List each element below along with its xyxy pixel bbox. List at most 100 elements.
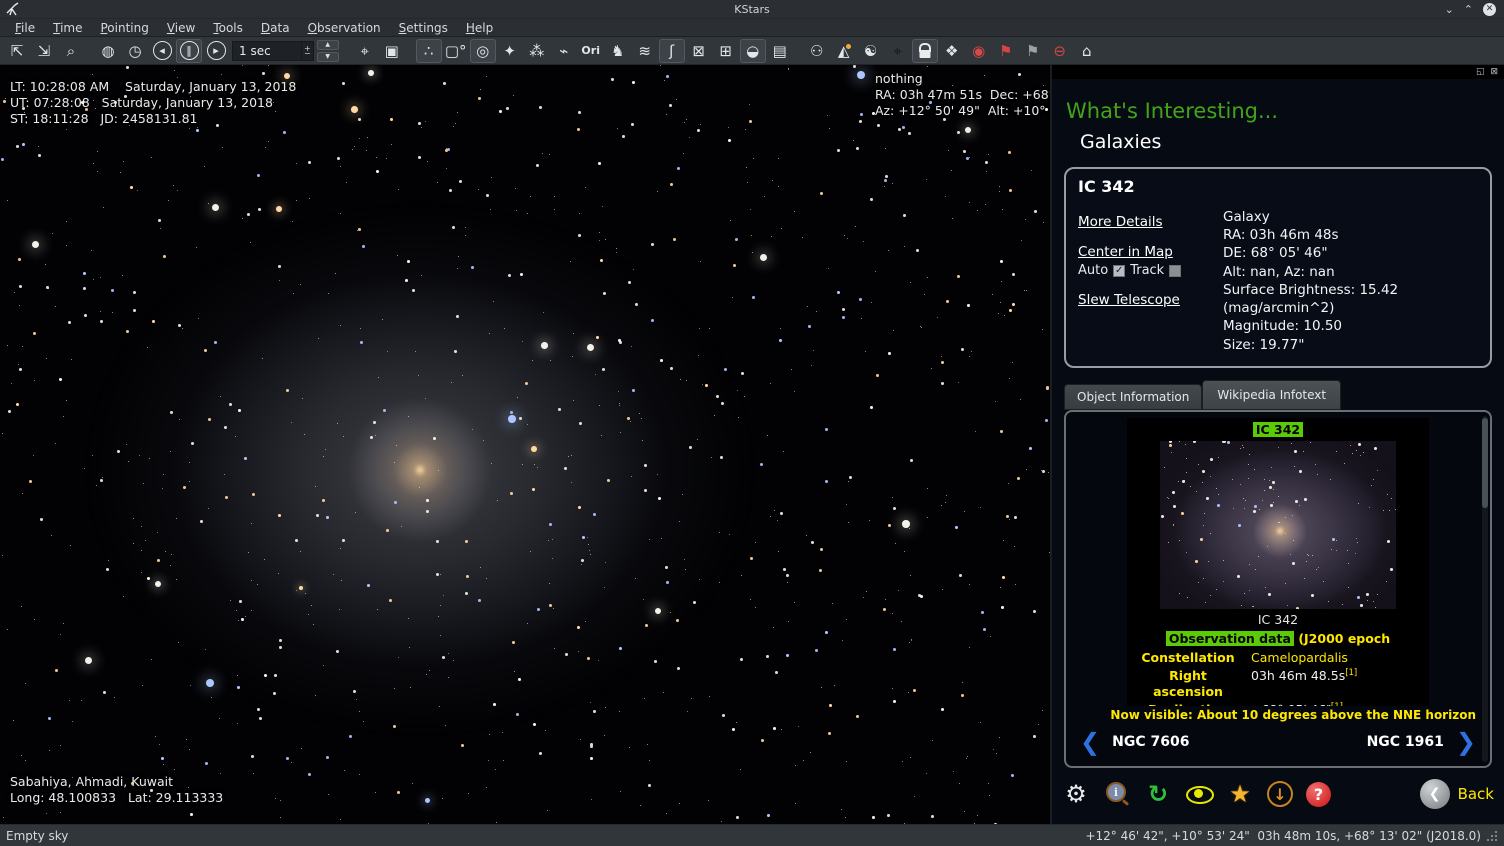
slew-telescope-link[interactable]: Slew Telescope	[1078, 292, 1223, 308]
horizontal-grid-icon[interactable]: ⊞	[713, 39, 739, 63]
minimize-button-icon[interactable]: ⌄	[1445, 4, 1454, 15]
bright-star	[425, 798, 430, 803]
menu-item-view[interactable]: View	[158, 20, 204, 36]
add-flag-icon[interactable]: ⚑	[993, 39, 1019, 63]
help-icon[interactable]: ?	[1306, 782, 1331, 807]
menu-item-file[interactable]: File	[6, 20, 44, 36]
dock-close-icon[interactable]: ⊠	[1490, 68, 1498, 77]
object-summary-line: DE: 68° 05' 46"	[1223, 244, 1478, 262]
tab-wikipedia-infotext[interactable]: Wikipedia Infotext	[1202, 380, 1341, 410]
menu-item-time[interactable]: Time	[44, 20, 91, 36]
list-flags-icon[interactable]: ⚑	[1020, 39, 1046, 63]
close-button-icon[interactable]: ✕	[1483, 3, 1496, 16]
observation-data-table: Constellation Camelopardalis Right ascen…	[1133, 649, 1423, 706]
time-step-down-button[interactable]: ▼	[317, 52, 339, 62]
previous-object-icon[interactable]: ❮	[1080, 730, 1100, 754]
next-object-label[interactable]: NGC 1961	[1367, 734, 1444, 750]
equatorial-grid-icon[interactable]: ⊠	[686, 39, 712, 63]
wiki-scrollbar-thumb[interactable]	[1482, 418, 1488, 508]
snap-mode-icon[interactable]: ❖	[939, 39, 965, 63]
settings-gear-icon[interactable]: ⚙	[1062, 780, 1090, 808]
time-step-input[interactable]	[232, 41, 302, 61]
download-icon[interactable]: ↓	[1267, 781, 1293, 807]
pause-icon[interactable]: ‖	[176, 39, 202, 63]
bright-star	[206, 679, 214, 687]
ekos-icon[interactable]: ⚇	[804, 39, 830, 63]
zoom-in-icon[interactable]: ⇱	[4, 39, 30, 63]
do-not-disturb-icon[interactable]: ⊖	[1047, 39, 1073, 63]
hips-overlay-icon[interactable]: ▣	[379, 39, 405, 63]
focus-object-icon[interactable]: ⌖	[352, 39, 378, 63]
whats-interesting-list-icon[interactable]: ▤	[767, 39, 793, 63]
status-left: Empty sky	[6, 829, 68, 843]
resize-grip[interactable]	[1487, 830, 1498, 841]
galaxy-view-icon[interactable]: ☯	[858, 39, 884, 63]
previous-object-label[interactable]: NGC 7606	[1112, 734, 1189, 750]
reload-icon[interactable]: ↻	[1144, 780, 1172, 808]
bright-star	[760, 254, 767, 261]
auto-track-checkbox[interactable]: ✓	[1113, 265, 1125, 277]
time-info-line: ST: 18:11:28 JD: 2458131.81	[10, 111, 296, 127]
details-info-icon[interactable]	[1103, 780, 1131, 808]
focus-info-overlay: nothingRA: 03h 47m 51s Dec: +68° 08' 12"…	[875, 71, 1050, 119]
lock-coordinates-icon[interactable]	[912, 39, 938, 63]
milky-way-icon[interactable]: ʃ	[659, 39, 685, 63]
set-time-icon[interactable]: ◷	[122, 39, 148, 63]
sky-map[interactable]: LT: 10:28:08 AM Saturday, January 13, 20…	[0, 65, 1050, 824]
toggle-stars-icon[interactable]: ∴	[416, 39, 442, 63]
observatory-dome-icon[interactable]: ⌂	[1074, 39, 1100, 63]
wikipedia-detail-box: IC 342 IC 342 Observation data (J2000 ep…	[1064, 410, 1492, 768]
bright-star	[508, 415, 516, 423]
more-details-link[interactable]: More Details	[1078, 214, 1223, 230]
toggle-supernovae-icon[interactable]: ✦	[497, 39, 523, 63]
constellation-names-icon[interactable]: Ori	[578, 39, 604, 63]
toolbar-separator	[342, 40, 351, 62]
toggle-deep-sky-icon[interactable]: ▢°	[443, 39, 469, 63]
menu-item-data[interactable]: Data	[252, 20, 299, 36]
galaxy-ic342-rendering	[80, 170, 760, 770]
telescope-target-icon[interactable]: ⌖	[885, 39, 911, 63]
object-nav-row: ❮ NGC 7606 NGC 1961 ❯	[1066, 722, 1490, 766]
menu-item-help[interactable]: Help	[457, 20, 502, 36]
auto-track-row: Auto ✓ Track	[1078, 263, 1223, 278]
constellation-lines-icon[interactable]: ⌁	[551, 39, 577, 63]
focus-info-line: RA: 03h 47m 51s Dec: +68° 08' 12"	[875, 87, 1050, 103]
tab-object-information[interactable]: Object Information	[1064, 384, 1202, 410]
light-pollution-icon[interactable]: ◭	[831, 39, 857, 63]
maximize-button-icon[interactable]: ⌃	[1464, 4, 1473, 15]
center-in-map-link[interactable]: Center in Map	[1078, 244, 1223, 260]
track-checkbox[interactable]	[1169, 265, 1181, 277]
time-info-line: UT: 07:28:08 Saturday, January 13, 2018	[10, 95, 296, 111]
visibility-eye-icon[interactable]	[1185, 780, 1213, 808]
dock-float-icon[interactable]: ◱	[1476, 68, 1485, 77]
toggle-satellites-icon[interactable]: ⁂	[524, 39, 550, 63]
toggle-solar-system-icon[interactable]: ◎	[470, 39, 496, 63]
toolbar-separator	[406, 40, 415, 62]
menu-item-tools[interactable]: Tools	[204, 20, 252, 36]
bright-star	[857, 71, 865, 79]
favorite-star-icon[interactable]: ★	[1226, 780, 1254, 808]
next-object-icon[interactable]: ❯	[1456, 730, 1476, 754]
time-step-plus-minus[interactable]: +−	[302, 41, 314, 61]
find-object-icon[interactable]: ⌕	[58, 39, 84, 63]
record-video-icon[interactable]: ◉	[966, 39, 992, 63]
time-step-back-icon[interactable]: ◂	[149, 39, 175, 63]
object-summary-line: RA: 03h 46m 48s	[1223, 226, 1478, 244]
star-field-layer	[0, 65, 1, 66]
time-step-forward-icon[interactable]: ▸	[203, 39, 229, 63]
time-step-up-button[interactable]: ▲	[317, 40, 339, 50]
menu-item-settings[interactable]: Settings	[390, 20, 457, 36]
constellation-boundaries-icon[interactable]: ≋	[632, 39, 658, 63]
constellation-art-icon[interactable]: ♞	[605, 39, 631, 63]
menu-item-pointing[interactable]: Pointing	[91, 20, 157, 36]
bright-star	[965, 127, 971, 133]
geographic-location-icon[interactable]: ◍	[95, 39, 121, 63]
bright-star	[155, 581, 161, 587]
bright-star	[276, 206, 282, 212]
back-button[interactable]: ❮ Back	[1420, 779, 1494, 809]
menu-item-observation[interactable]: Observation	[299, 20, 390, 36]
horizon-icon[interactable]: ◒	[740, 39, 766, 63]
bright-star	[655, 608, 661, 614]
object-summary-line: Surface Brightness: 15.42	[1223, 281, 1478, 299]
zoom-out-icon[interactable]: ⇲	[31, 39, 57, 63]
